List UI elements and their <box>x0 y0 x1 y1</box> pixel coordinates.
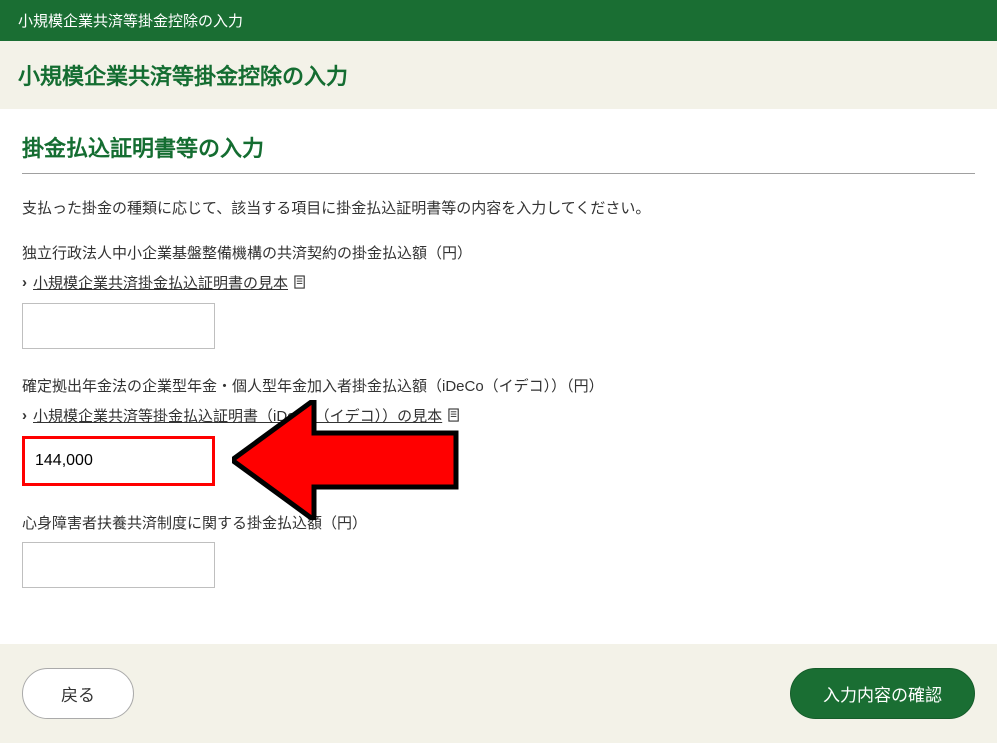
back-button[interactable]: 戻る <box>22 668 134 719</box>
section-divider <box>22 173 975 174</box>
kyosai-input[interactable] <box>22 303 215 349</box>
shinshin-label: 心身障害者扶養共済制度に関する掛金払込額（円） <box>22 512 975 536</box>
kyosai-label: 独立行政法人中小企業基盤整備機構の共済契約の掛金払込額（円） <box>22 242 975 266</box>
page-title: 小規模企業共済等掛金控除の入力 <box>18 59 979 91</box>
ideco-input[interactable] <box>22 436 215 486</box>
document-icon <box>294 275 307 290</box>
intro-text: 支払った掛金の種類に応じて、該当する項目に掛金払込証明書等の内容を入力してくださ… <box>22 196 975 222</box>
section-heading: 掛金払込証明書等の入力 <box>22 131 975 173</box>
ideco-field-section: 確定拠出年金法の企業型年金・個人型年金加入者掛金払込額（iDeCo（イデコ））（… <box>22 375 975 486</box>
header-bar: 小規模企業共済等掛金控除の入力 <box>0 0 997 41</box>
content-area: 掛金払込証明書等の入力 支払った掛金の種類に応じて、該当する項目に掛金払込証明書… <box>0 109 997 644</box>
kyosai-sample-link[interactable]: 小規模企業共済掛金払込証明書の見本 <box>33 272 288 293</box>
confirm-button[interactable]: 入力内容の確認 <box>790 668 975 719</box>
header-title: 小規模企業共済等掛金控除の入力 <box>18 13 243 30</box>
title-section: 小規模企業共済等掛金控除の入力 <box>0 41 997 109</box>
chevron-icon: › <box>22 407 27 424</box>
footer-bar: 戻る 入力内容の確認 <box>0 644 997 743</box>
ideco-sample-row: › 小規模企業共済等掛金払込証明書（iDeCo（イデコ））の見本 <box>22 405 975 426</box>
kyosai-sample-row: › 小規模企業共済掛金払込証明書の見本 <box>22 272 975 293</box>
chevron-icon: › <box>22 274 27 291</box>
kyosai-field-section: 独立行政法人中小企業基盤整備機構の共済契約の掛金払込額（円） › 小規模企業共済… <box>22 242 975 349</box>
document-icon <box>448 408 461 423</box>
ideco-input-row <box>22 436 975 486</box>
shinshin-input[interactable] <box>22 542 215 588</box>
shinshin-field-section: 心身障害者扶養共済制度に関する掛金払込額（円） <box>22 512 975 588</box>
ideco-sample-link[interactable]: 小規模企業共済等掛金払込証明書（iDeCo（イデコ））の見本 <box>33 405 442 426</box>
ideco-label: 確定拠出年金法の企業型年金・個人型年金加入者掛金払込額（iDeCo（イデコ））（… <box>22 375 975 399</box>
